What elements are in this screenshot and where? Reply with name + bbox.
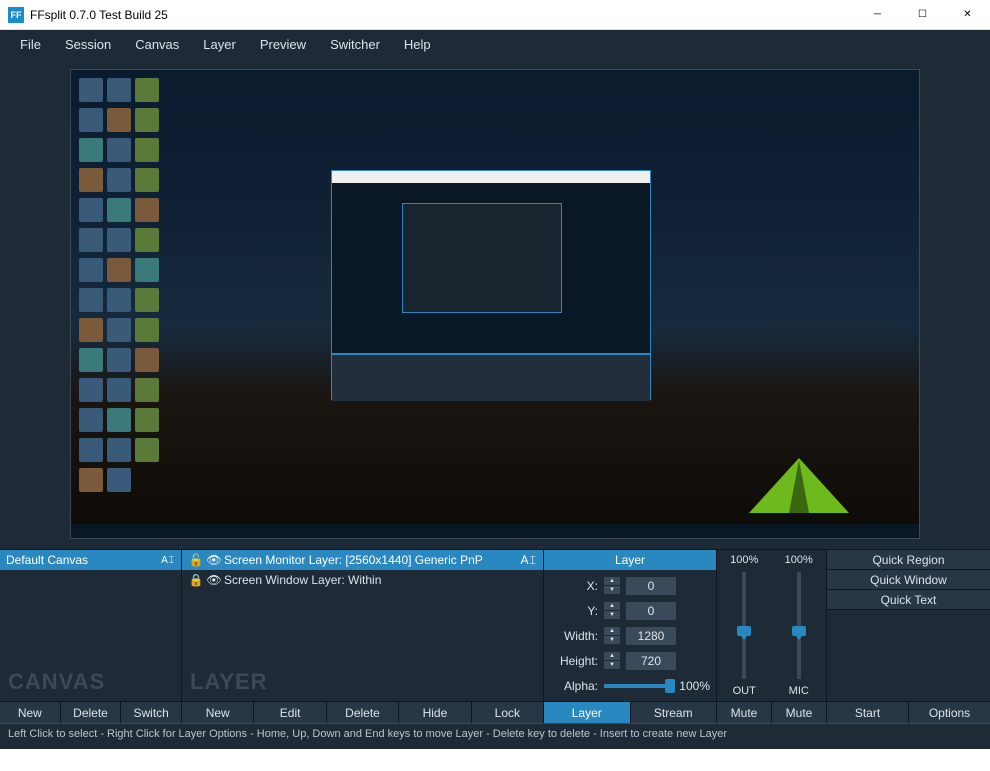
out-percent: 100% [730, 554, 758, 566]
eye-icon[interactable]: 👁 [204, 553, 224, 567]
canvas-new-button[interactable]: New [0, 702, 61, 723]
minimize-button[interactable]: ─ [855, 0, 900, 29]
layer-new-button[interactable]: New [182, 702, 254, 723]
prop-height-row: Height: ▲▼ 720 [550, 651, 710, 671]
properties-column: Layer X: ▲▼ 0 Y: ▲▼ 0 Width: ▲▼ 1280 [544, 550, 717, 723]
preview-area [0, 58, 990, 549]
menu-help[interactable]: Help [392, 32, 443, 57]
menu-canvas[interactable]: Canvas [123, 32, 191, 57]
audio-column: 100% OUT 100% MIC Mute Mute [717, 550, 827, 723]
tent-image [739, 448, 859, 518]
layer-label-0: Screen Monitor Layer: [2560x1440] Generi… [224, 553, 521, 567]
unlock-icon[interactable]: 🔓 [188, 553, 204, 567]
y-value[interactable]: 0 [626, 602, 676, 620]
alpha-label: Alpha: [550, 679, 598, 693]
y-spinner[interactable]: ▲▼ [604, 602, 620, 620]
layer-hide-button[interactable]: Hide [399, 702, 471, 723]
width-spinner[interactable]: ▲▼ [604, 627, 620, 645]
quick-window-button[interactable]: Quick Window [827, 570, 990, 590]
audio-mic-channel: 100% MIC [772, 550, 827, 701]
layer-edit-button[interactable]: Edit [254, 702, 326, 723]
status-text: Left Click to select - Right Click for L… [8, 728, 727, 740]
alpha-slider[interactable] [604, 684, 673, 688]
layer-row-1[interactable]: 🔒 👁 Screen Window Layer: Within [182, 570, 543, 590]
layer-label-1: Screen Window Layer: Within [224, 573, 537, 587]
out-slider[interactable] [742, 572, 746, 679]
out-label: OUT [733, 685, 756, 697]
menu-switcher[interactable]: Switcher [318, 32, 392, 57]
start-button[interactable]: Start [827, 702, 909, 723]
x-spinner[interactable]: ▲▼ [604, 577, 620, 595]
height-value[interactable]: 720 [626, 652, 676, 670]
mic-label: MIC [789, 685, 809, 697]
menu-layer[interactable]: Layer [191, 32, 248, 57]
canvas-watermark: CANVAS [8, 669, 105, 695]
layer-delete-button[interactable]: Delete [327, 702, 399, 723]
layer-watermark: LAYER [190, 669, 268, 695]
prop-alpha-row: Alpha: 100% [550, 676, 710, 696]
lock-icon[interactable]: 🔒 [188, 573, 204, 587]
width-label: Width: [550, 629, 598, 643]
tab-stream[interactable]: Stream [631, 702, 717, 723]
eye-icon[interactable]: 👁 [204, 573, 224, 587]
titlebar: FF FFsplit 0.7.0 Test Build 25 ─ ☐ ✕ [0, 0, 990, 30]
canvas-name: Default Canvas [6, 553, 159, 567]
quick-region-button[interactable]: Quick Region [827, 550, 990, 570]
mute-mic-button[interactable]: Mute [772, 702, 826, 723]
rename-icon[interactable]: A𝙸 [161, 553, 175, 567]
desktop-icons [79, 78, 161, 498]
layer-column: 🔓 👁 Screen Monitor Layer: [2560x1440] Ge… [182, 550, 544, 723]
tab-layer[interactable]: Layer [544, 702, 631, 723]
audio-out-channel: 100% OUT [717, 550, 772, 701]
x-label: X: [550, 579, 598, 593]
width-value[interactable]: 1280 [626, 627, 676, 645]
menu-session[interactable]: Session [53, 32, 123, 57]
height-label: Height: [550, 654, 598, 668]
options-button[interactable]: Options [909, 702, 990, 723]
quick-text-button[interactable]: Quick Text [827, 590, 990, 610]
properties-header: Layer [544, 550, 716, 570]
rename-icon[interactable]: A𝙸 [521, 553, 537, 568]
quick-column: Quick Region Quick Window Quick Text Sta… [827, 550, 990, 723]
mic-percent: 100% [785, 554, 813, 566]
canvas-switch-button[interactable]: Switch [121, 702, 181, 723]
preview-canvas[interactable] [70, 69, 920, 539]
close-button[interactable]: ✕ [945, 0, 990, 29]
canvas-header[interactable]: Default Canvas A𝙸 [0, 550, 181, 570]
app-icon: FF [8, 7, 24, 23]
canvas-delete-button[interactable]: Delete [61, 702, 122, 723]
mute-out-button[interactable]: Mute [717, 702, 772, 723]
layer-lock-button[interactable]: Lock [472, 702, 543, 723]
mic-slider[interactable] [797, 572, 801, 679]
y-label: Y: [550, 604, 598, 618]
menu-preview[interactable]: Preview [248, 32, 318, 57]
inner-taskbar [71, 524, 919, 538]
height-spinner[interactable]: ▲▼ [604, 652, 620, 670]
status-bar: Left Click to select - Right Click for L… [0, 723, 990, 743]
window-title: FFsplit 0.7.0 Test Build 25 [30, 8, 855, 22]
prop-x-row: X: ▲▼ 0 [550, 576, 710, 596]
menu-file[interactable]: File [8, 32, 53, 57]
prop-y-row: Y: ▲▼ 0 [550, 601, 710, 621]
recursive-preview-window [331, 170, 651, 400]
prop-width-row: Width: ▲▼ 1280 [550, 626, 710, 646]
menubar: File Session Canvas Layer Preview Switch… [0, 30, 990, 58]
x-value[interactable]: 0 [626, 577, 676, 595]
bottom-panel: Default Canvas A𝙸 CANVAS New Delete Swit… [0, 549, 990, 749]
alpha-percent: 100% [679, 679, 710, 693]
layer-row-0[interactable]: 🔓 👁 Screen Monitor Layer: [2560x1440] Ge… [182, 550, 543, 570]
canvas-column: Default Canvas A𝙸 CANVAS New Delete Swit… [0, 550, 182, 723]
maximize-button[interactable]: ☐ [900, 0, 945, 29]
